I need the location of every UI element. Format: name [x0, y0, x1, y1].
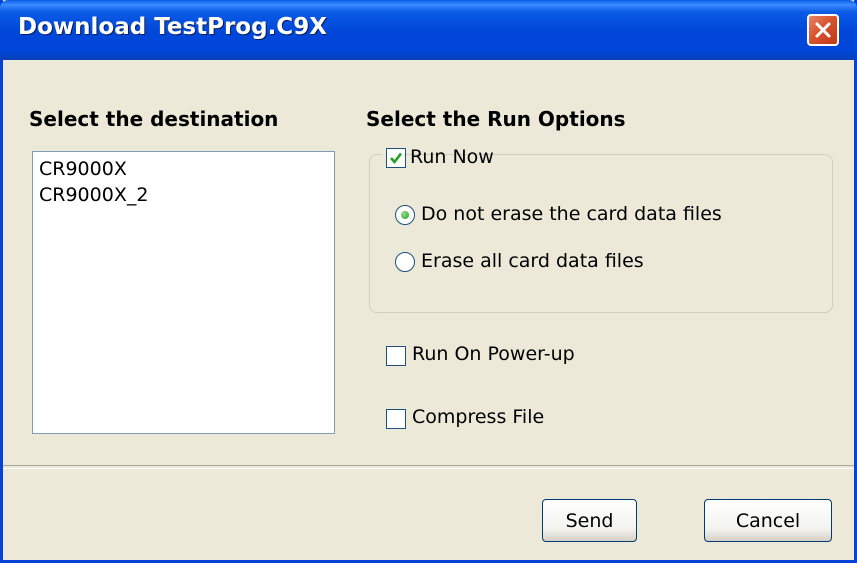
destination-heading: Select the destination — [29, 107, 279, 131]
send-button[interactable]: Send — [542, 499, 637, 542]
do-not-erase-label[interactable]: Do not erase the card data files — [421, 203, 722, 225]
run-options-heading: Select the Run Options — [366, 107, 626, 131]
title-bar[interactable]: Download TestProg.C9X — [0, 0, 857, 60]
radio-selected-dot — [401, 211, 409, 219]
destination-list[interactable]: CR9000X CR9000X_2 — [32, 151, 335, 434]
run-on-powerup-checkbox[interactable] — [386, 346, 406, 366]
compress-file-label[interactable]: Compress File — [412, 406, 544, 428]
close-button[interactable] — [807, 14, 839, 46]
download-dialog: Download TestProg.C9X Select the destina… — [0, 0, 857, 563]
list-item[interactable]: CR9000X_2 — [39, 184, 148, 206]
run-on-powerup-label[interactable]: Run On Power-up — [412, 343, 575, 365]
list-item[interactable]: CR9000X — [39, 158, 127, 180]
checkmark-icon — [390, 152, 403, 165]
cancel-button[interactable]: Cancel — [704, 499, 832, 542]
compress-file-checkbox[interactable] — [386, 409, 406, 429]
run-now-label[interactable]: Run Now — [410, 146, 494, 168]
run-now-checkbox[interactable] — [386, 148, 406, 168]
separator — [3, 465, 854, 469]
window-title: Download TestProg.C9X — [18, 14, 327, 40]
run-now-group — [369, 154, 833, 313]
close-icon — [815, 22, 831, 38]
do-not-erase-radio[interactable] — [395, 205, 415, 225]
erase-all-label[interactable]: Erase all card data files — [421, 250, 644, 272]
erase-all-radio[interactable] — [395, 252, 415, 272]
run-now-legend: Run Now — [382, 144, 494, 172]
